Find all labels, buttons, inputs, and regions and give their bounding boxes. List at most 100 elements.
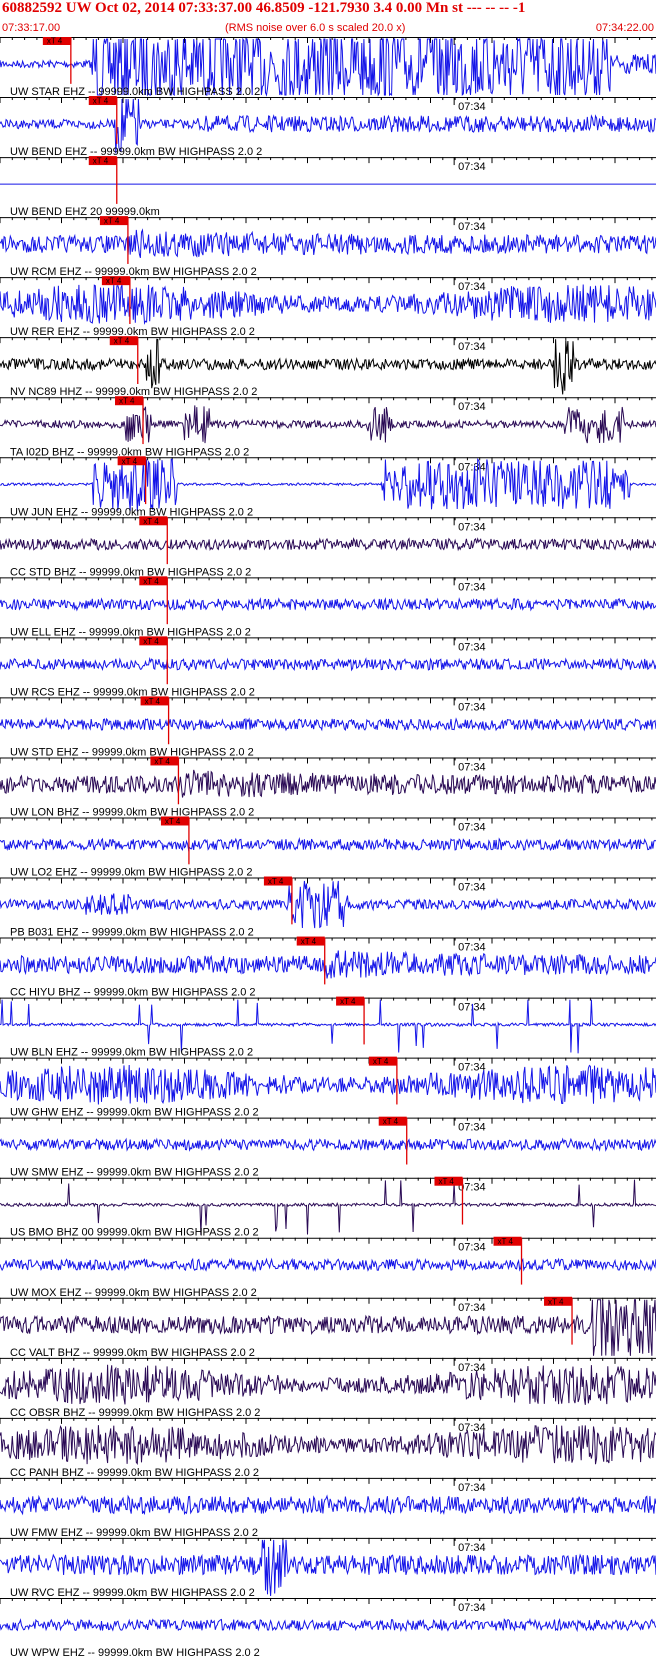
station-label: PB B031 EHZ -- 99999.0km BW HIGHPASS 2.0…: [10, 927, 254, 939]
waveform: [0, 228, 656, 259]
rms-note: (RMS noise over 6.0 s scaled 20.0 x): [225, 22, 406, 34]
pick-flag-label: xT 4: [268, 877, 284, 886]
minute-label: 07:34: [458, 1482, 486, 1494]
pick-flag-label: xT 4: [106, 277, 122, 286]
waveform: [0, 1137, 656, 1152]
station-label: CC OBSR BHZ -- 99999.0km BW HIGHPASS 2.0…: [10, 1407, 260, 1419]
trace-14: 07:34 xT 4 PB B031 EHZ -- 99999.0km BW HIG…: [0, 876, 656, 939]
minute-label: 07:34: [458, 1242, 486, 1254]
trace-13: 07:34 xT 4 UW LO2 EHZ -- 99999.0km BW HIGH…: [0, 816, 656, 879]
station-label: UW FMW EHZ -- 99999.0km BW HIGHPASS 2.0 …: [10, 1527, 258, 1539]
trace-21: 07:34 xT 4 CC VALT BHZ -- 99999.0km BW HIG…: [0, 1296, 656, 1359]
waveform: [0, 597, 656, 612]
waveform: [0, 999, 656, 1054]
station-label: UW GHW EHZ -- 99999.0km BW HIGHPASS 2.0 …: [10, 1107, 259, 1119]
trace-6: 07:34xT 4TA I02D BHZ -- 99999.0km BW HIG…: [0, 396, 656, 458]
trace-9: 07:34 xT 4 UW ELL EHZ -- 99999.0km BW HIGH…: [0, 576, 656, 638]
minute-label: 07:34: [458, 1542, 486, 1554]
minute-label: 07:34: [458, 1362, 486, 1374]
trace-7: 07:34 xT 4 UW JUN EHZ -- 99999.0km BW HIGH…: [0, 456, 656, 518]
minute-label: 07:34: [458, 761, 486, 773]
end-time: 07:34:22.00: [595, 22, 654, 34]
trace-5: 07:34xT 4NV NC89 HHZ -- 99999.0km BW HIG…: [0, 336, 656, 398]
station-label: CC PANH BHZ -- 99999.0km BW HIGHPASS 2.0…: [10, 1467, 259, 1479]
pick-flag-label: xT 4: [119, 397, 135, 406]
trace-11: 07:34 xT 4 UW STD EHZ -- 99999.0km BW HIGH…: [0, 696, 656, 758]
pick-flag-label: xT 4: [145, 697, 161, 706]
pick-flag-label: xT 4: [114, 337, 130, 346]
station-label: UW LO2 EHZ -- 99999.0km BW HIGHPASS 2.0 …: [10, 867, 252, 879]
minute-label: 07:34: [458, 521, 486, 533]
pick-flag-label: xT 4: [548, 1297, 564, 1306]
waveform: [0, 1364, 656, 1405]
minute-label: 07:34: [458, 1422, 486, 1434]
trace-18: 07:34 xT 4 UW SMW EHZ -- 99999.0km BW HIGH…: [0, 1116, 656, 1179]
waveform: [0, 1257, 656, 1272]
pick-flag-label: xT 4: [340, 997, 356, 1006]
trace-22: 07:34 CC OBSR BHZ -- 99999.0km BW HIGHPAS…: [0, 1357, 656, 1419]
trace-26: 07:34 UW WPW EHZ -- 99999.0km BW HIGHPASS…: [0, 1597, 656, 1658]
station-label: CC HIYU BHZ -- 99999.0km BW HIGHPASS 2.0…: [10, 987, 256, 999]
waveform: [0, 1064, 656, 1105]
pick-flag-label: xT 4: [143, 637, 159, 646]
trace-0: xT 4 UW STAR EHZ -- 99999.0km BW HIGHPASS…: [0, 37, 656, 98]
waveform: [0, 405, 656, 444]
waveform: [0, 1425, 656, 1465]
minute-label: 07:34: [458, 701, 486, 713]
station-label: UW BEND EHZ -- 99999.0km BW HIGHPASS 2.0…: [10, 146, 262, 158]
pick-flag-label: xT 4: [93, 97, 109, 106]
minute-label: 07:34: [458, 641, 486, 653]
waveform: [0, 1494, 656, 1516]
minute-label: 07:34: [458, 581, 486, 593]
minute-label: 07:34: [458, 1122, 486, 1134]
minute-label: 07:34: [458, 221, 486, 233]
waveform: [0, 880, 656, 929]
station-label: UW BLN EHZ -- 99999.0km BW HIGHPASS 2.0 …: [10, 1047, 253, 1059]
station-label: UW STAR EHZ -- 99999.0km BW HIGHPASS 2.0…: [10, 86, 260, 98]
trace-25: 07:34 UW RVC EHZ -- 99999.0km BW HIGHPASS…: [0, 1537, 656, 1599]
trace-17: 07:34 xT 4 UW GHW EHZ -- 99999.0km BW HIGH…: [0, 1056, 656, 1119]
pick-flag-label: xT 4: [373, 1057, 389, 1066]
pick-flag-label: xT 4: [154, 757, 170, 766]
minute-label: 07:34: [458, 942, 486, 954]
trace-23: 07:34 CC PANH BHZ -- 99999.0km BW HIGHPAS…: [0, 1417, 656, 1479]
station-label: UW RCM EHZ -- 99999.0km BW HIGHPASS 2.0 …: [10, 266, 257, 278]
station-label: CC STD BHZ -- 99999.0km BW HIGHPASS 2.0 …: [10, 566, 251, 578]
station-label: UW RCS EHZ -- 99999.0km BW HIGHPASS 2.0 …: [10, 686, 255, 698]
trace-1: 07:34 xT 4 UW BEND EHZ -- 99999.0km BW HIG…: [0, 96, 656, 158]
seismogram-panel: xT 4UW STAR EHZ -- 99999.0km BW HIGHPASS…: [0, 37, 656, 1658]
minute-label: 07:34: [458, 821, 486, 833]
pick-flag-label: xT 4: [383, 1117, 399, 1126]
station-label: UW MOX EHZ -- 99999.0km BW HIGHPASS 2.0 …: [10, 1287, 257, 1299]
minute-label: 07:34: [458, 1302, 486, 1314]
pick-flag-label: xT 4: [143, 577, 159, 586]
waveform: [0, 837, 656, 852]
station-label: UW ELL EHZ -- 99999.0km BW HIGHPASS 2.0 …: [10, 626, 251, 638]
station-label: UW RVC EHZ -- 99999.0km BW HIGHPASS 2.0 …: [10, 1587, 255, 1599]
trace-12: 07:34 xT 4 UW LON BHZ -- 99999.0km BW HIGH…: [0, 756, 656, 818]
minute-label: 07:34: [458, 281, 486, 293]
station-label: CC VALT BHZ -- 99999.0km BW HIGHPASS 2.0…: [10, 1347, 255, 1359]
station-label: UW JUN EHZ -- 99999.0km BW HIGHPASS 2.0 …: [10, 506, 253, 518]
pick-flag-label: xT 4: [438, 1177, 454, 1186]
pick-flag-label: xT 4: [165, 817, 181, 826]
pick-flag-label: xT 4: [93, 157, 109, 166]
trace-16: 07:34xT 4UW BLN EHZ -- 99999.0km BW HIGH…: [0, 996, 656, 1059]
waveform: [0, 537, 656, 552]
waveform: [0, 284, 656, 325]
waveform: [0, 1617, 656, 1633]
minute-label: 07:34: [458, 1602, 486, 1614]
pick-flag-label: xT 4: [498, 1237, 514, 1246]
trace-8: 07:34 xT 4 CC STD BHZ -- 99999.0km BW HIGH…: [0, 516, 656, 578]
trace-15: 07:34 xT 4 CC HIYU BHZ -- 99999.0km BW HIG…: [0, 936, 656, 999]
minute-label: 07:34: [458, 882, 486, 894]
minute-label: 07:34: [458, 1062, 486, 1074]
minute-label: 07:34: [458, 101, 486, 113]
pick-flag-label: xT 4: [301, 937, 317, 946]
station-label: UW SMW EHZ -- 99999.0km BW HIGHPASS 2.0 …: [10, 1167, 259, 1179]
trace-2: 07:34 xT 4 UW BEND EHZ 20 99999.0km: [0, 156, 656, 218]
minute-label: 07:34: [458, 401, 486, 413]
station-label: UW LON BHZ -- 99999.0km BW HIGHPASS 2.0 …: [10, 806, 254, 818]
pick-flag-label: xT 4: [122, 457, 138, 466]
station-label: UW WPW EHZ -- 99999.0km BW HIGHPASS 2.0 …: [10, 1647, 260, 1658]
